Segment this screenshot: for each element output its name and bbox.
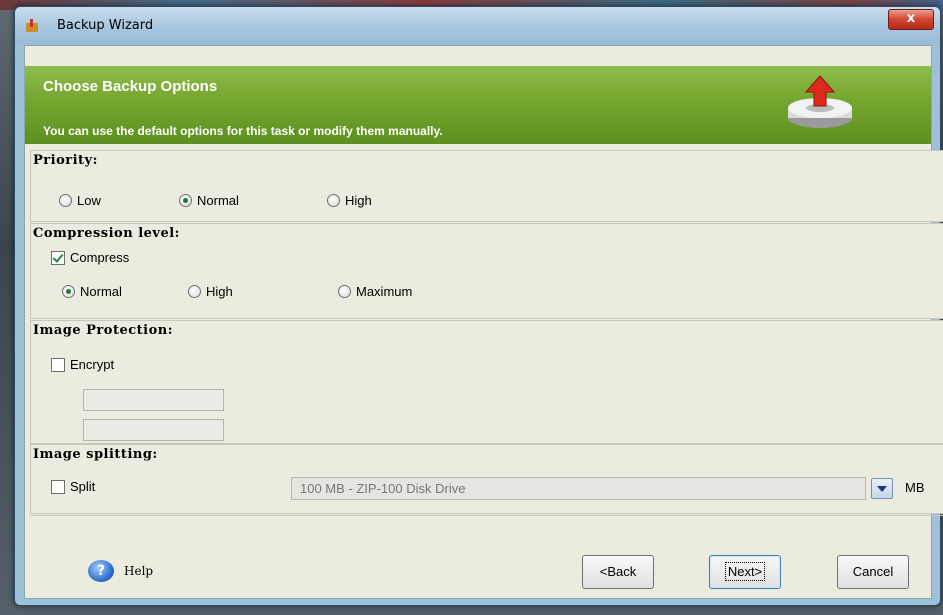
priority-low-radio[interactable]: Low (59, 193, 101, 208)
split-size-dropdown[interactable]: 100 MB - ZIP-100 Disk Drive (291, 477, 866, 500)
close-button[interactable]: x (888, 9, 934, 30)
compress-checkbox[interactable]: Compress (51, 250, 129, 265)
radio-high[interactable] (327, 194, 340, 207)
backup-wizard-window: Backup Wizard x Choose Backup Options Yo… (14, 6, 943, 606)
compression-high-radio[interactable]: High (188, 284, 233, 299)
confirm-password-field[interactable] (83, 419, 224, 441)
compression-high-label: High (206, 284, 233, 299)
compression-maximum-label: Maximum (356, 284, 413, 299)
priority-low-label: Low (77, 193, 101, 208)
radio-compression-normal[interactable] (62, 285, 75, 298)
footer-divider (30, 515, 943, 516)
split-label: Split (70, 479, 96, 494)
encrypt-checkbox[interactable]: Encrypt (51, 357, 114, 372)
cancel-button[interactable]: Cancel (837, 555, 909, 589)
splitting-group: Image splitting: Split 100 MB - ZIP-100 … (30, 444, 943, 514)
compression-normal-radio[interactable]: Normal (62, 284, 122, 299)
help-link[interactable]: ? Help (88, 560, 153, 582)
radio-compression-high[interactable] (188, 285, 201, 298)
split-check[interactable] (51, 479, 65, 494)
splitting-label: Image splitting: (33, 447, 158, 462)
compression-group: Compression level: Compress Normal High … (30, 223, 943, 319)
title-bar[interactable]: Backup Wizard x (15, 7, 940, 45)
priority-high-label: High (345, 193, 372, 208)
back-button[interactable]: <Back (582, 555, 654, 589)
split-checkbox[interactable]: Split (51, 479, 95, 494)
encrypt-label: Encrypt (70, 357, 115, 372)
app-icon (26, 19, 38, 32)
priority-normal-label: Normal (197, 193, 239, 208)
split-unit-label: MB (905, 480, 925, 495)
compress-label: Compress (70, 250, 130, 265)
compression-normal-label: Normal (80, 284, 122, 299)
header-subtitle: You can use the default options for this… (43, 124, 443, 138)
password-field[interactable] (83, 389, 224, 411)
help-icon: ? (88, 560, 114, 582)
priority-group: Priority: Low Normal High (30, 150, 943, 222)
radio-low[interactable] (59, 194, 72, 207)
compression-maximum-radio[interactable]: Maximum (338, 284, 412, 299)
chevron-down-icon[interactable] (871, 478, 893, 499)
encrypt-check[interactable] (51, 357, 65, 372)
compression-label: Compression level: (33, 226, 180, 241)
radio-normal[interactable] (179, 194, 192, 207)
protection-label: Image Protection: (33, 323, 173, 338)
compress-check[interactable] (51, 250, 65, 265)
protection-group: Image Protection: Encrypt (30, 320, 943, 444)
radio-compression-maximum[interactable] (338, 285, 351, 298)
backup-disk-icon (788, 75, 852, 128)
wizard-client-area: Choose Backup Options You can use the de… (24, 45, 943, 599)
next-button[interactable]: Next> (709, 555, 781, 589)
priority-high-radio[interactable]: High (327, 193, 372, 208)
wizard-header: Choose Backup Options You can use the de… (25, 66, 931, 144)
help-label: Help (124, 564, 154, 578)
window-title: Backup Wizard (57, 18, 154, 33)
header-title: Choose Backup Options (43, 78, 218, 95)
next-button-label: Next> (724, 562, 766, 581)
priority-normal-radio[interactable]: Normal (179, 193, 239, 208)
priority-label: Priority: (33, 153, 98, 168)
